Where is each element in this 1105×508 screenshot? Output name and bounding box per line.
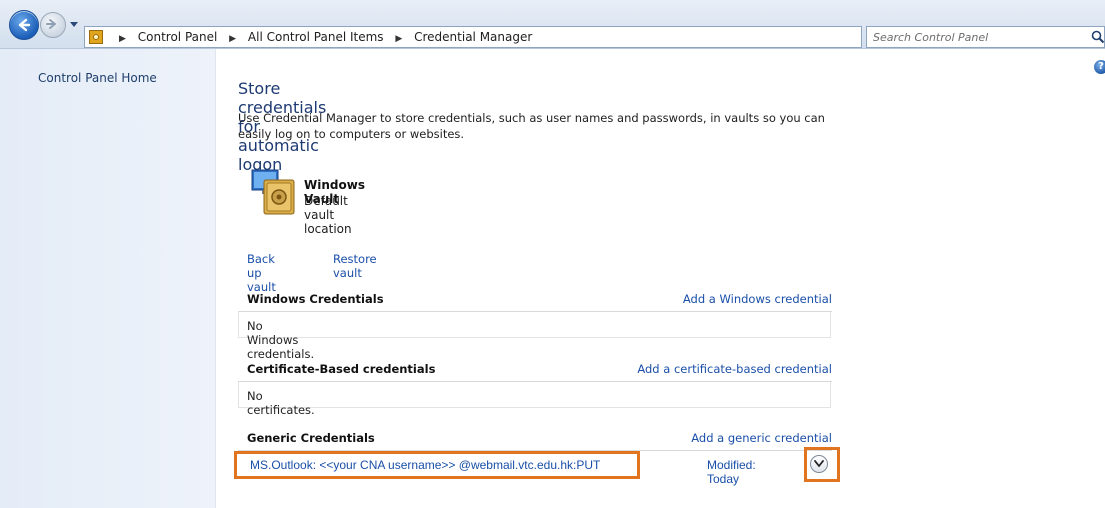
help-icon[interactable]: ? <box>1094 60 1105 74</box>
vault-location: Default vault location <box>304 194 352 236</box>
add-certificate-credential-link[interactable]: Add a certificate-based credential <box>637 362 832 376</box>
expand-credential-button[interactable] <box>810 455 828 473</box>
certificate-credentials-box <box>238 382 831 408</box>
backup-vault-link[interactable]: Back up vault <box>247 252 276 294</box>
control-panel-icon <box>89 30 103 44</box>
generic-credential-name[interactable]: MS.Outlook: <<your CNA username>> @webma… <box>250 458 600 472</box>
restore-vault-link[interactable]: Restore vault <box>333 252 377 280</box>
chevron-right-icon[interactable]: ▶ <box>229 34 236 44</box>
control-panel-home-link[interactable]: Control Panel Home <box>38 71 157 85</box>
section-title: Certificate-Based credentials <box>247 362 436 376</box>
certificate-credentials-header: Certificate-Based credentials Add a cert… <box>247 362 832 380</box>
windows-credentials-box <box>238 312 831 338</box>
page-description: Use Credential Manager to store credenti… <box>238 111 825 141</box>
add-windows-credential-link[interactable]: Add a Windows credential <box>683 292 832 306</box>
breadcrumb: ▶ Control Panel ▶ All Control Panel Item… <box>111 30 532 44</box>
address-bar: ▶ Control Panel ▶ All Control Panel Item… <box>0 0 1105 49</box>
back-button[interactable] <box>9 10 39 40</box>
forward-button[interactable] <box>40 12 66 38</box>
arrow-right-icon <box>46 19 56 29</box>
breadcrumb-all-items[interactable]: All Control Panel Items <box>248 30 384 44</box>
search-box[interactable] <box>866 26 1105 48</box>
windows-vault-icon[interactable] <box>250 168 302 218</box>
chevron-down-icon <box>814 460 824 467</box>
add-generic-credential-link[interactable]: Add a generic credential <box>691 431 832 445</box>
section-title: Generic Credentials <box>247 431 375 445</box>
chevron-right-icon[interactable]: ▶ <box>119 34 126 44</box>
windows-credentials-empty: No Windows credentials. <box>247 319 315 361</box>
certificate-credentials-empty: No certificates. <box>247 389 315 417</box>
left-pane: Control Panel Home <box>0 49 216 508</box>
recent-pages-dropdown-icon[interactable] <box>68 18 80 30</box>
credential-modified-date: Modified: Today <box>707 458 756 486</box>
generic-credentials-header: Generic Credentials Add a generic creden… <box>247 431 832 449</box>
arrow-left-icon <box>18 18 31 32</box>
search-input[interactable] <box>867 27 1083 47</box>
windows-credentials-header: Windows Credentials Add a Windows creden… <box>247 292 832 310</box>
section-title: Windows Credentials <box>247 292 384 306</box>
breadcrumb-credential-manager[interactable]: Credential Manager <box>414 30 532 44</box>
chevron-right-icon[interactable]: ▶ <box>395 34 402 44</box>
breadcrumb-control-panel[interactable]: Control Panel <box>138 30 218 44</box>
search-icon[interactable] <box>1091 30 1105 44</box>
address-field[interactable]: ▶ Control Panel ▶ All Control Panel Item… <box>84 26 939 48</box>
